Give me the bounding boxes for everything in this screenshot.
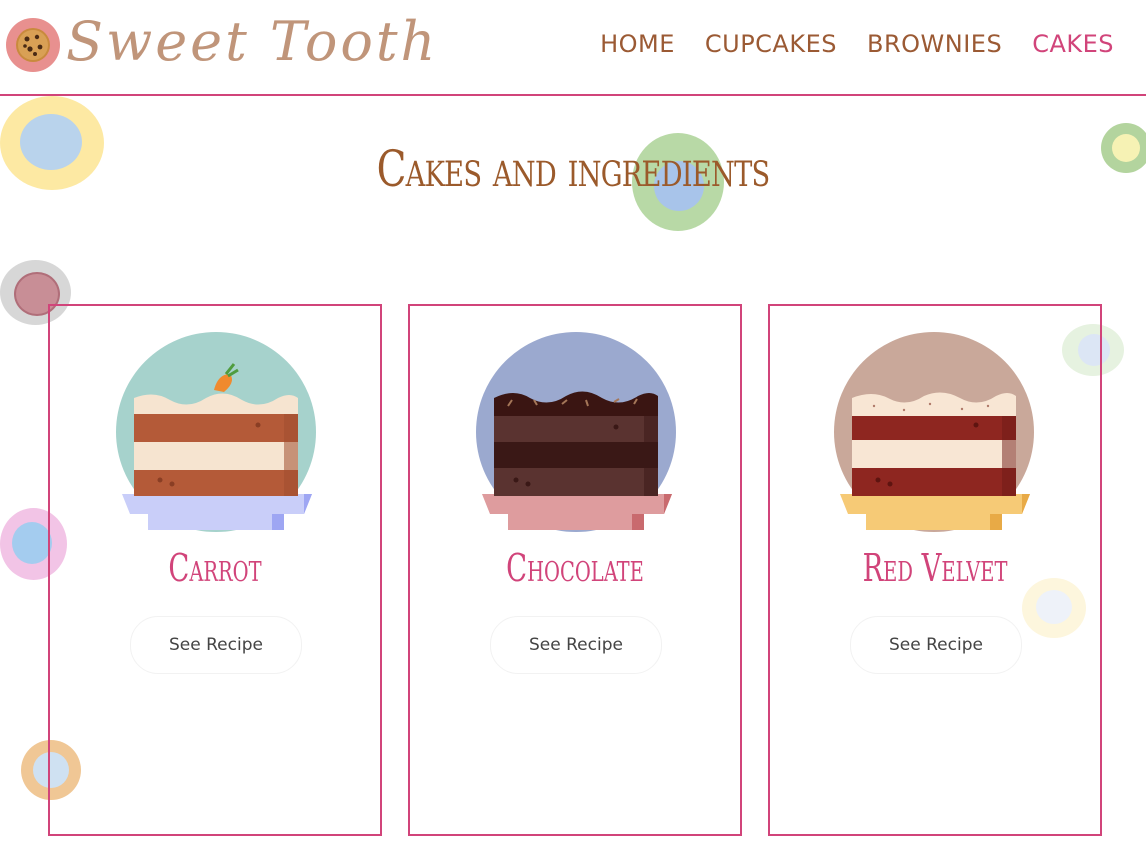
nav-home[interactable]: HOME	[600, 30, 675, 58]
chocolate-cake-icon	[474, 330, 678, 534]
carrot-cake-icon	[114, 330, 318, 534]
brand-name[interactable]: Sweet Tooth	[66, 10, 438, 73]
red-velvet-cake-icon	[834, 330, 1038, 534]
nav-menu: HOME CUPCAKES BROWNIES CAKES	[600, 30, 1114, 58]
nav-brownies[interactable]: BROWNIES	[867, 30, 1002, 58]
card-title: Carrot	[168, 546, 262, 590]
nav-cakes[interactable]: CAKES	[1032, 30, 1114, 58]
card-title: Red Velvet	[862, 546, 1008, 590]
decor-bubble	[1101, 123, 1146, 173]
see-recipe-button[interactable]: See Recipe	[490, 616, 662, 674]
see-recipe-button[interactable]: See Recipe	[850, 616, 1022, 674]
recipe-card-red-velvet: Red Velvet See Recipe	[768, 304, 1102, 836]
page-title: Cakes and ingredients	[376, 140, 771, 198]
card-title: Chocolate	[506, 546, 644, 590]
decor-bubble	[0, 96, 104, 190]
see-recipe-button[interactable]: See Recipe	[130, 616, 302, 674]
navbar: Sweet Tooth HOME CUPCAKES BROWNIES CAKES	[0, 0, 1146, 96]
recipe-card-carrot: Carrot See Recipe	[48, 304, 382, 836]
recipe-card-chocolate: Chocolate See Recipe	[408, 304, 742, 836]
nav-cupcakes[interactable]: CUPCAKES	[705, 30, 837, 58]
cookie-icon[interactable]	[6, 18, 60, 72]
